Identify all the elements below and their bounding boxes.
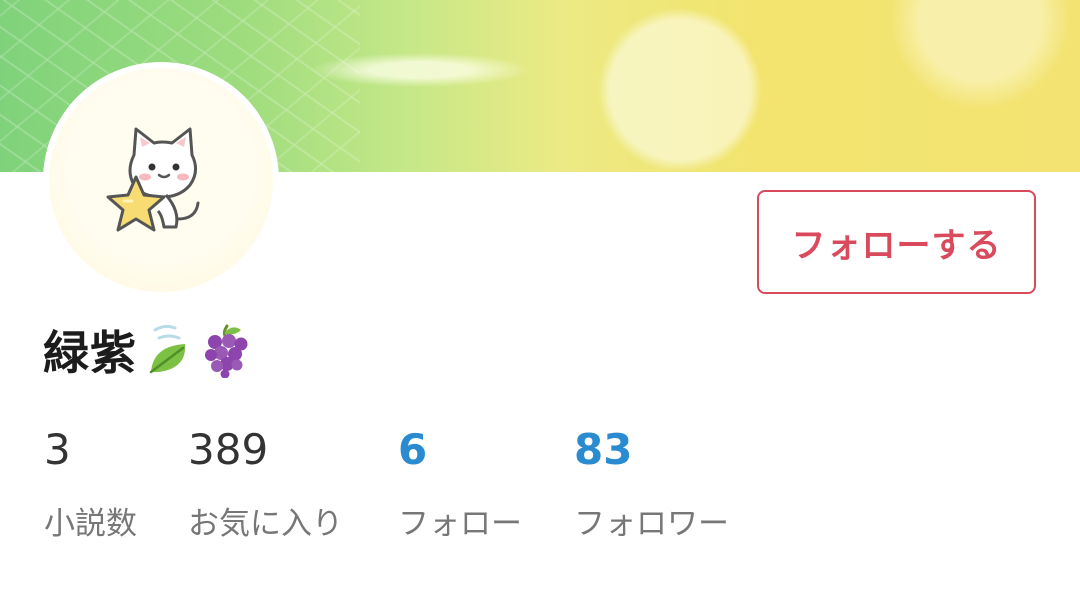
stat-novels-value: 3 <box>44 425 71 474</box>
stat-following[interactable]: 6 フォロー <box>398 426 522 543</box>
profile-page: フォローする 緑紫 3 小説数 389 お気に入り 6 フォロー 83 フォロワ… <box>0 0 1080 595</box>
stat-novels[interactable]: 3 小説数 <box>44 426 137 543</box>
leaf-icon <box>149 324 186 374</box>
stat-favorites-value: 389 <box>188 425 269 474</box>
stat-followers-value: 83 <box>574 425 633 474</box>
grapes-icon <box>205 324 248 378</box>
stat-favorites[interactable]: 389 お気に入り <box>188 426 343 543</box>
avatar[interactable] <box>43 62 279 298</box>
profile-name-row: 緑紫 <box>43 318 249 382</box>
profile-name: 緑紫 <box>43 326 137 380</box>
stat-novels-label: 小説数 <box>44 506 137 542</box>
avatar-image <box>49 68 273 292</box>
stat-followers[interactable]: 83 フォロワー <box>574 426 729 543</box>
stat-followers-label: フォロワー <box>574 506 729 542</box>
stat-following-label: フォロー <box>398 506 522 542</box>
stat-following-value: 6 <box>398 425 428 474</box>
follow-button[interactable]: フォローする <box>757 190 1036 294</box>
cat-with-star-icon <box>106 127 200 232</box>
stat-favorites-label: お気に入り <box>188 506 343 542</box>
